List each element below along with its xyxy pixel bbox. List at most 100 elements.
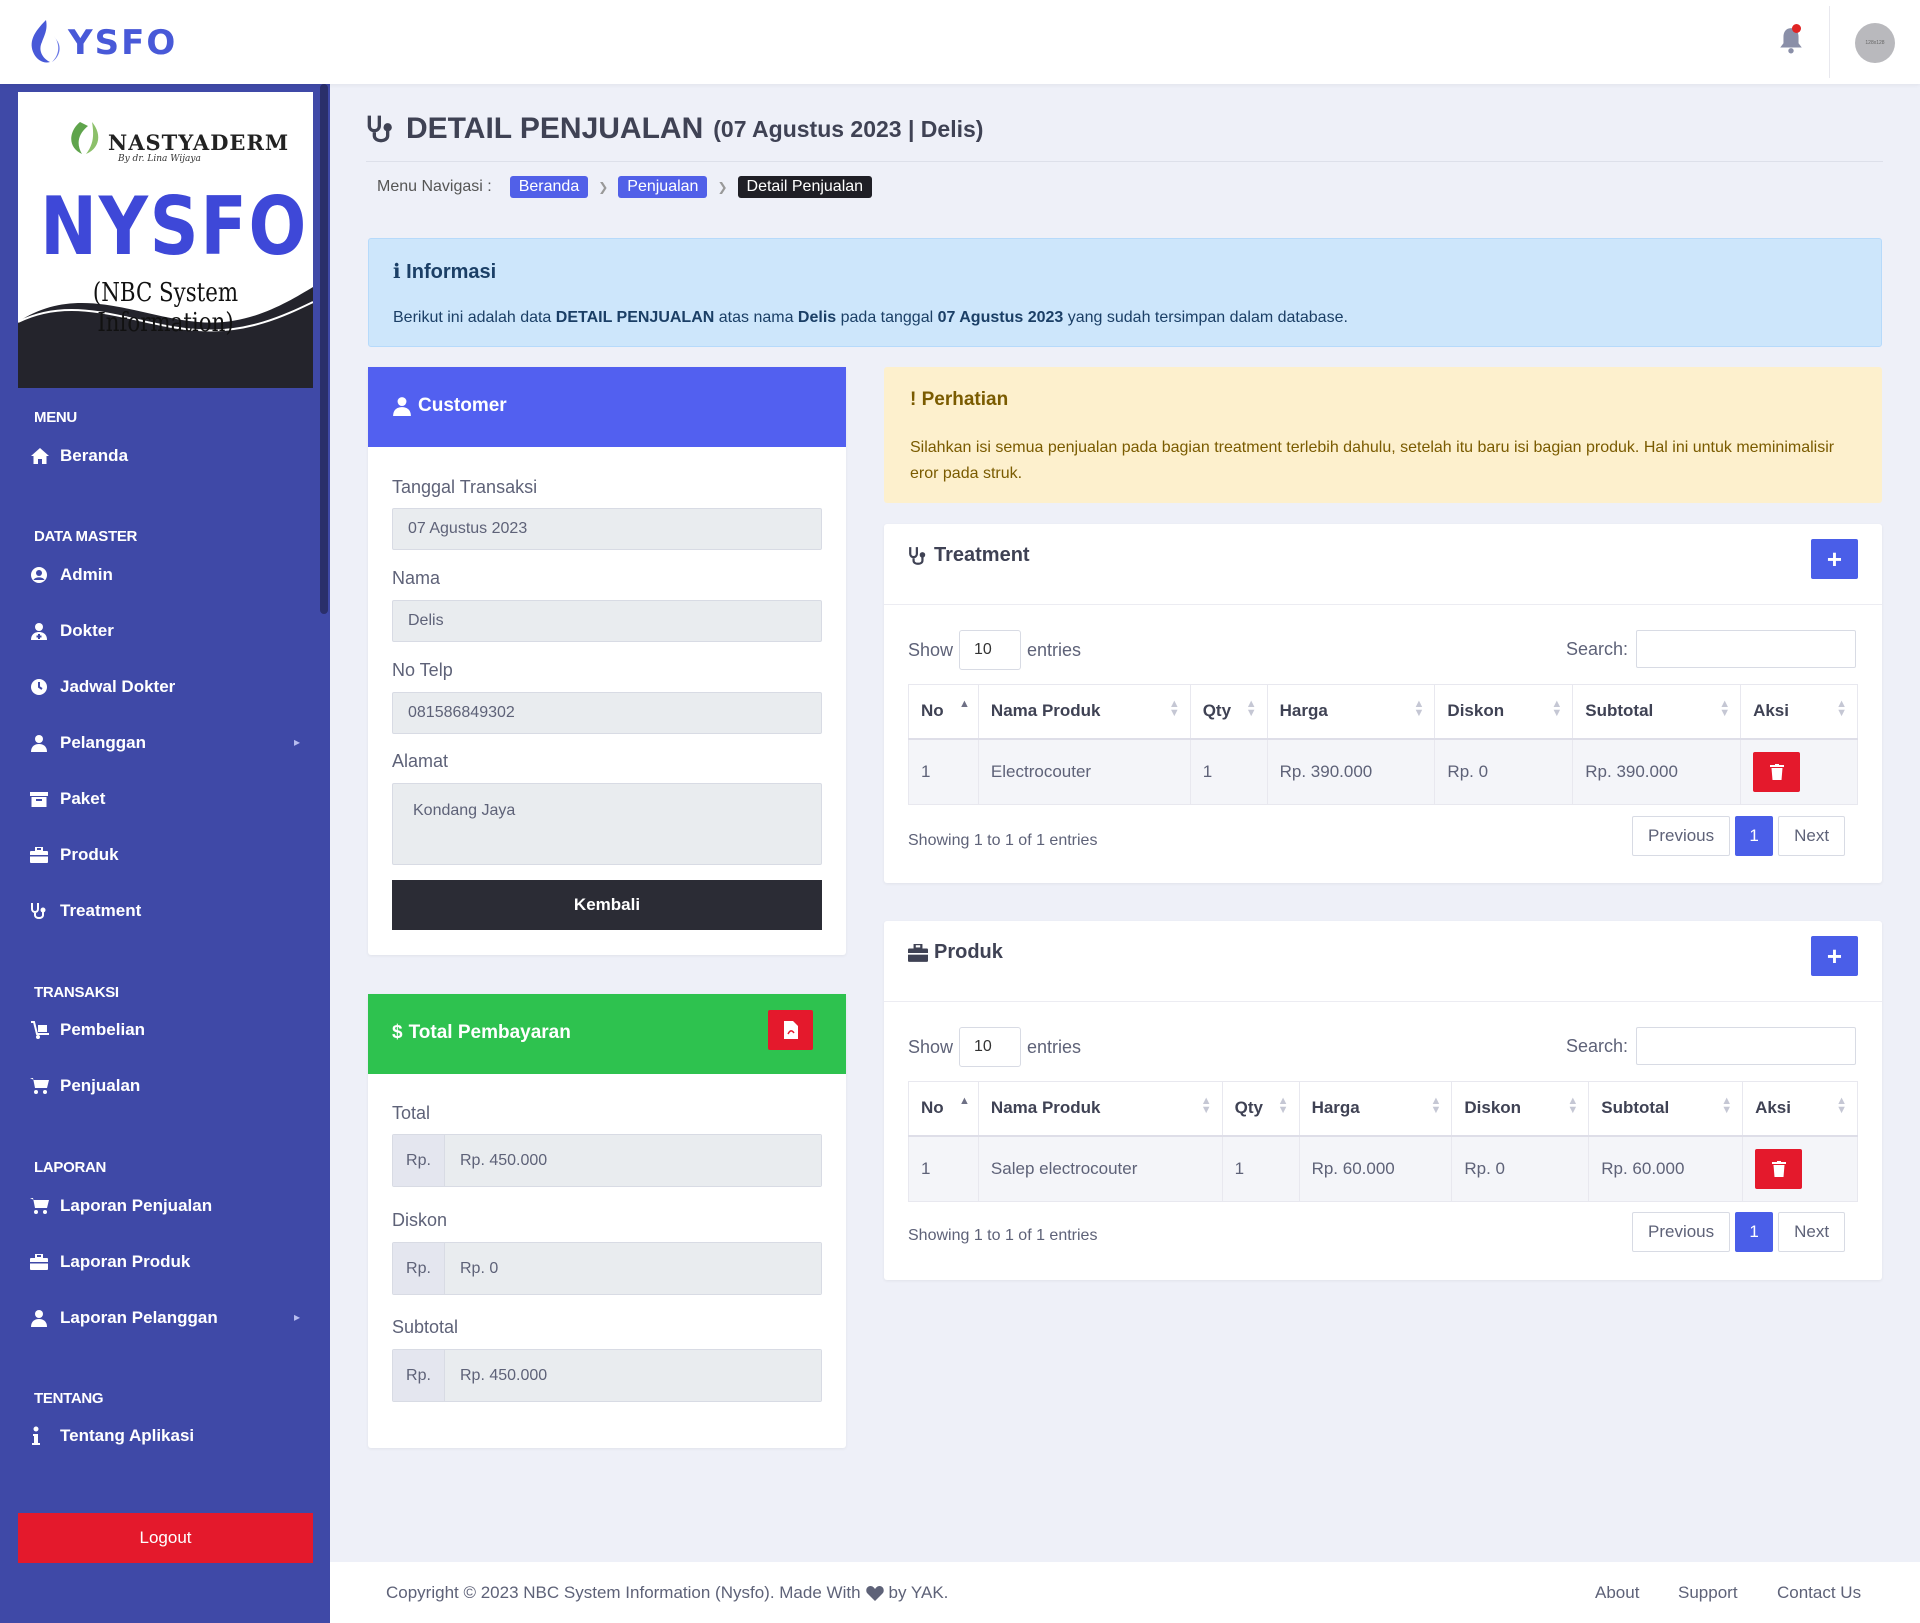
next-button[interactable]: Next (1778, 816, 1846, 856)
delete-button[interactable] (1753, 751, 1801, 792)
add-produk-button[interactable]: + (1811, 936, 1858, 976)
total-field[interactable]: Rp. Rp. 450.000 (392, 1134, 822, 1187)
sidebar-item-label: Laporan Penjualan (60, 1196, 213, 1215)
chevron-right-icon: ❯ (598, 180, 609, 194)
entries-label: entries (1027, 639, 1082, 660)
column-header-aksi[interactable]: Aksi ▲ ▼ (1740, 684, 1858, 740)
column-label: Aksi (1755, 1098, 1791, 1118)
column-header-diskon[interactable]: Diskon ▲ ▼ (1434, 684, 1574, 740)
page-button[interactable]: 1 (1735, 1212, 1774, 1252)
page-button[interactable]: 1 (1735, 816, 1774, 856)
next-button[interactable]: Next (1778, 1212, 1846, 1252)
info-text-bold: Delis (797, 309, 837, 326)
footer-link-about[interactable]: About (1595, 1583, 1639, 1603)
column-header-subtotal[interactable]: Subtotal ▲ ▼ (1588, 1081, 1744, 1137)
sidebar-item-laporan-pelanggan[interactable]: Laporan Pelanggan ▸ (30, 1300, 300, 1336)
entries-select[interactable]: 10 (959, 630, 1022, 670)
sort-icon: ▲ ▼ (1719, 698, 1731, 719)
diskon-field[interactable]: Rp. Rp. 0 (392, 1242, 822, 1295)
footer-link-support[interactable]: Support (1678, 1583, 1738, 1603)
sidebar-item-laporan-produk[interactable]: Laporan Produk (30, 1244, 300, 1280)
currency-prefix: Rp. (393, 1243, 445, 1294)
top-bar: YSFO 128x128 (0, 0, 1920, 84)
sidebar-item-produk[interactable]: Produk (30, 837, 300, 873)
sidebar-item-beranda[interactable]: Beranda (30, 438, 300, 474)
delete-button[interactable] (1755, 1148, 1803, 1189)
sort-icon: ▲ ▼ (1168, 698, 1180, 719)
column-header-harga[interactable]: Harga ▲ ▼ (1266, 684, 1436, 740)
column-header-aksi[interactable]: Aksi ▲ ▼ (1742, 1081, 1858, 1137)
sidebar-item-laporan-penjualan[interactable]: Laporan Penjualan (30, 1188, 300, 1224)
avatar[interactable]: 128x128 (1855, 23, 1895, 63)
sidebar-item-label: Laporan Pelanggan (60, 1308, 218, 1327)
print-pdf-button[interactable] (768, 1010, 813, 1050)
warning-alert-title: ! Perhatian (910, 389, 1008, 411)
produk-title-text: Produk (934, 941, 1003, 963)
warning-alert: ! Perhatian Silahkan isi semua penjualan… (884, 367, 1882, 503)
sidebar-scrollbar[interactable] (320, 84, 328, 614)
sidebar-item-jadwal-dokter[interactable]: Jadwal Dokter (30, 669, 300, 705)
column-header-diskon[interactable]: Diskon ▲ ▼ (1451, 1081, 1590, 1137)
sidebar-item-admin[interactable]: Admin (30, 557, 300, 593)
cell-aksi (1742, 1135, 1858, 1202)
column-header-no[interactable]: No ▲ (908, 1081, 979, 1137)
logout-button[interactable]: Logout (18, 1513, 313, 1563)
sort-icon: ▲ ▼ (1245, 698, 1257, 719)
sidebar-item-treatment[interactable]: Treatment (30, 893, 300, 929)
chevron-right-icon: ❯ (717, 180, 728, 194)
sidebar-item-label: Dokter (60, 621, 114, 640)
alamat-field[interactable]: Kondang Jaya (392, 783, 822, 865)
flame-logo-icon (31, 20, 60, 63)
sidebar-item-label: Pembelian (60, 1020, 146, 1039)
sidebar-item-paket[interactable]: Paket (30, 781, 300, 817)
nama-field[interactable]: Delis (392, 600, 822, 642)
page-title-text: DETAIL PENJUALAN (406, 112, 704, 145)
column-header-qty[interactable]: Qty ▲ ▼ (1221, 1081, 1300, 1137)
column-label: Subtotal (1601, 1098, 1670, 1118)
sidebar-item-pembelian[interactable]: Pembelian (30, 1012, 300, 1048)
telp-label: No Telp (392, 660, 453, 680)
info-text-bold: 07 Agustus 2023 (937, 309, 1064, 326)
column-header-nama-produk[interactable]: Nama Produk ▲ ▼ (977, 1081, 1223, 1137)
column-header-qty[interactable]: Qty ▲ ▼ (1189, 684, 1268, 740)
sidebar: NASTYADERM By dr. Lina Wijaya NYSFO (NBC… (0, 84, 330, 1623)
sidebar-item-penjualan[interactable]: Penjualan (30, 1068, 300, 1104)
entries-select[interactable]: 10 (959, 1027, 1022, 1067)
previous-button[interactable]: Previous (1632, 1212, 1731, 1252)
entries-label: entries (1027, 1036, 1082, 1057)
telp-field[interactable]: 081586849302 (392, 692, 822, 734)
previous-button[interactable]: Previous (1632, 816, 1731, 856)
column-header-subtotal[interactable]: Subtotal ▲ ▼ (1572, 684, 1742, 740)
column-header-no[interactable]: No ▲ (908, 684, 979, 740)
tanggal-field[interactable]: 07 Agustus 2023 (392, 508, 822, 550)
treatment-card: Treatment + Show 10 entries Search: No ▲ … (884, 524, 1882, 883)
sidebar-item-label: Penjualan (60, 1076, 141, 1095)
cell-diskon: Rp. 0 (1451, 1135, 1590, 1202)
sidebar-item-tentang-aplikasi[interactable]: Tentang Aplikasi (30, 1418, 300, 1454)
search-input[interactable] (1636, 1027, 1857, 1065)
table-info: Showing 1 to 1 of 1 entries (908, 832, 1098, 849)
add-treatment-button[interactable]: + (1811, 539, 1858, 579)
breadcrumb-beranda[interactable]: Beranda (509, 176, 589, 198)
kembali-button[interactable]: Kembali (392, 880, 822, 930)
copyright-text: by YAK. (888, 1583, 949, 1602)
column-header-harga[interactable]: Harga ▲ ▼ (1298, 1081, 1453, 1137)
footer-link-contact-us[interactable]: Contact Us (1777, 1583, 1861, 1603)
column-label: Qty (1202, 701, 1232, 721)
sidebar-item-pelanggan[interactable]: Pelanggan ▸ (30, 725, 300, 761)
sidebar-item-dokter[interactable]: Dokter (30, 613, 300, 649)
breadcrumb-penjualan[interactable]: Penjualan (618, 176, 708, 198)
trash-icon (1771, 1160, 1786, 1177)
produk-table: No ▲ Nama Produk ▲ ▼ Qty ▲ ▼ Harga ▲ ▼ Diskon ▲ ▼… (908, 1081, 1858, 1202)
column-header-nama-produk[interactable]: Nama Produk ▲ ▼ (977, 684, 1191, 740)
sidebar-item-label: Beranda (60, 446, 129, 465)
search-input[interactable] (1636, 630, 1857, 668)
column-label: Harga (1311, 1098, 1360, 1118)
brand-logo[interactable]: YSFO (24, 18, 177, 68)
total-label: Total (392, 1103, 431, 1123)
subtotal-field[interactable]: Rp. Rp. 450.000 (392, 1349, 822, 1402)
heart-icon (865, 1586, 884, 1601)
info-alert-text: Berikut ini adalah data DETAIL PENJUALAN… (393, 309, 1348, 327)
cell-nama-produk: Salep electrocouter (977, 1135, 1223, 1202)
stethoscope-icon (30, 901, 60, 921)
